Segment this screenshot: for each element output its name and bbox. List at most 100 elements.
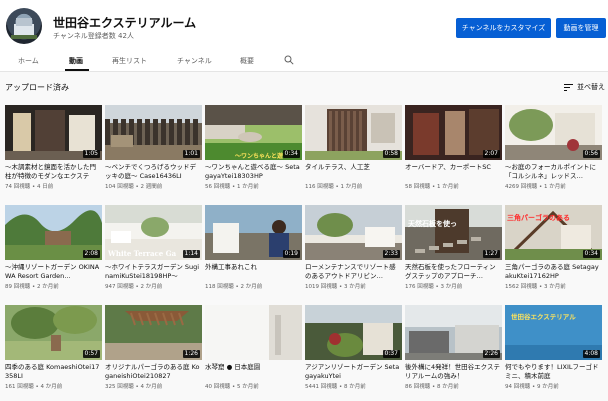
video-title[interactable]: 四季のある庭 KomaeshiOtei17358LI bbox=[5, 363, 102, 381]
tab-playlists[interactable]: 再生リスト bbox=[112, 56, 147, 66]
video-thumbnail[interactable]: 0:37 bbox=[305, 305, 402, 360]
video-thumbnail[interactable]: 0:58 bbox=[305, 105, 402, 160]
video-meta: 118 回視聴 • 2 か月前 bbox=[205, 284, 263, 290]
video-thumbnail[interactable]: 0:19 bbox=[205, 205, 302, 260]
manage-videos-button[interactable]: 動画を管理 bbox=[556, 18, 606, 38]
sort-label: 並べ替え bbox=[577, 83, 605, 91]
video-duration: 0:37 bbox=[382, 350, 400, 358]
customize-channel-button[interactable]: チャンネルをカスタマイズ bbox=[456, 18, 551, 38]
video-title[interactable]: 〜お庭のフォーカルポイントに「コルシルネ」レッドス… bbox=[505, 163, 602, 181]
video-duration: 4:08 bbox=[582, 350, 600, 358]
video-thumbnail[interactable]: 0:56 bbox=[505, 105, 602, 160]
video-title[interactable]: タイルテラス、人工芝 bbox=[305, 163, 402, 172]
video-thumbnail[interactable]: 〜ワンちゃんと遊 0:34 bbox=[205, 105, 302, 160]
video-duration: 0:57 bbox=[82, 350, 100, 358]
video-meta: 947 回視聴 • 2 か月前 bbox=[105, 284, 163, 290]
video-card[interactable]: 世田谷エクステリアル 4:08 何でもやります！LIXILフーゴドミニ、積木前庭 94… bbox=[505, 305, 602, 395]
video-thumbnail[interactable]: 天然石板を使っ 1:27 bbox=[405, 205, 502, 260]
video-card[interactable]: 0:19 外構工事あれこれ 118 回視聴 • 2 か月前 bbox=[205, 205, 302, 295]
video-meta: 104 回視聴 • 2 週間前 bbox=[105, 184, 163, 190]
video-thumbnail[interactable]: White Terrace Ga 1:14 bbox=[105, 205, 202, 260]
sort-button[interactable]: 並べ替え bbox=[564, 82, 605, 92]
channel-tabs: ホーム 動画 再生リスト チャンネル 概要 bbox=[0, 50, 608, 72]
video-thumbnail[interactable]: 2:08 bbox=[5, 205, 102, 260]
video-meta: 1019 回視聴 • 3 か月前 bbox=[305, 284, 366, 290]
section-title: アップロード済み bbox=[5, 83, 69, 92]
video-card[interactable]: 2:08 〜沖縄リゾートガーデン OKINAWA Resort Garden… 89… bbox=[5, 205, 102, 295]
video-title[interactable]: 何でもやります！LIXILフーゴドミニ、積木前庭 bbox=[505, 363, 602, 381]
video-card[interactable]: 〜ワンちゃんと遊 0:34 〜ワンちゃんと遊べる庭〜 SetagayaYtei183… bbox=[205, 105, 302, 195]
video-title[interactable]: 外構工事あれこれ bbox=[205, 263, 302, 272]
video-thumbnail[interactable]: 2:33 bbox=[305, 205, 402, 260]
video-title[interactable]: 後外構に4発祥！世田谷エクステリアルームの強み！ bbox=[405, 363, 502, 381]
video-card[interactable]: 天然石板を使っ 1:27 天然石板を使ったフローティングステップのアプローチ… 176… bbox=[405, 205, 502, 295]
search-icon[interactable] bbox=[284, 55, 294, 65]
video-duration: 0:19 bbox=[282, 250, 300, 258]
video-title[interactable]: 〜木調素材と鏡面を活かした門柱が特徴のモダンなエクステ bbox=[5, 163, 102, 181]
video-title[interactable]: 天然石板を使ったフローティングステップのアプローチ… bbox=[405, 263, 502, 281]
video-meta: 40 回視聴 • 5 か月前 bbox=[205, 384, 259, 390]
video-title[interactable]: 水琴窟 ● 日本庭園 bbox=[205, 363, 302, 372]
video-duration: 2:33 bbox=[382, 250, 400, 258]
tab-home[interactable]: ホーム bbox=[18, 56, 39, 66]
video-title[interactable]: ローメンテナンスでリゾート感のあるアウトドアリビン… bbox=[305, 263, 402, 281]
video-duration: 1:27 bbox=[482, 250, 500, 258]
video-duration: 2:26 bbox=[482, 350, 500, 358]
video-thumbnail[interactable]: 0:57 bbox=[5, 305, 102, 360]
video-duration: 0:34 bbox=[582, 250, 600, 258]
video-card[interactable]: 0:57 四季のある庭 KomaeshiOtei17358LI 161 回視聴 • … bbox=[5, 305, 102, 395]
video-card[interactable]: 0:58 タイルテラス、人工芝 116 回視聴 • 1 か月前 bbox=[305, 105, 402, 195]
video-card[interactable]: 0:37 アジアンリゾートガーデン SetagayakuYtei 5441 回視聴 … bbox=[305, 305, 402, 395]
video-meta: 89 回視聴 • 2 か月前 bbox=[5, 284, 59, 290]
tab-channels[interactable]: チャンネル bbox=[177, 56, 212, 66]
video-thumbnail[interactable]: 1:01 bbox=[105, 105, 202, 160]
active-tab-indicator bbox=[65, 69, 89, 71]
video-title[interactable]: オリジナルパーゴラのある庭 KoganeishiOtei210827 bbox=[105, 363, 202, 381]
video-title[interactable]: アジアンリゾートガーデン SetagayakuYtei bbox=[305, 363, 402, 381]
video-card[interactable]: 2:33 ローメンテナンスでリゾート感のあるアウトドアリビン… 1019 回視聴 •… bbox=[305, 205, 402, 295]
video-title[interactable]: 〜ベンチでくつろげるウッドデッキの庭〜 Case16436LI bbox=[105, 163, 202, 181]
subscriber-count: チャンネル登録者数 42人 bbox=[53, 32, 134, 40]
thumbnail-overlay-text: White Terrace Ga bbox=[108, 249, 177, 258]
video-meta: 74 回視聴 • 4 日前 bbox=[5, 184, 54, 190]
video-title[interactable]: 三角パーゴラのある庭 SetagayakuKtei17162HP bbox=[505, 263, 602, 281]
video-duration: 0:34 bbox=[282, 150, 300, 158]
video-duration: 1:26 bbox=[182, 350, 200, 358]
video-thumbnail[interactable]: 三角パーゴラのある 0:34 bbox=[505, 205, 602, 260]
video-thumbnail[interactable]: 1:26 bbox=[105, 305, 202, 360]
video-card[interactable]: 2:07 オーバードア、カーポートSC 58 回視聴 • 1 か月前 bbox=[405, 105, 502, 195]
video-title[interactable]: 〜沖縄リゾートガーデン OKINAWA Resort Garden… bbox=[5, 263, 102, 281]
video-thumbnail[interactable] bbox=[205, 305, 302, 360]
video-card[interactable]: 三角パーゴラのある 0:34 三角パーゴラのある庭 SetagayakuKtei17… bbox=[505, 205, 602, 295]
video-card[interactable]: 2:26 後外構に4発祥！世田谷エクステリアルームの強み！ 86 回視聴 • 8 か… bbox=[405, 305, 502, 395]
video-duration: 0:58 bbox=[382, 150, 400, 158]
thumbnail-overlay-text: 天然石板を使っ bbox=[408, 220, 457, 228]
tab-videos[interactable]: 動画 bbox=[69, 56, 83, 66]
channel-name: 世田谷エクステリアルーム bbox=[53, 16, 197, 30]
video-meta: 325 回視聴 • 4 か月前 bbox=[105, 384, 163, 390]
video-meta: 58 回視聴 • 1 か月前 bbox=[405, 184, 459, 190]
channel-avatar[interactable] bbox=[6, 8, 42, 44]
video-thumbnail[interactable]: 1:05 bbox=[5, 105, 102, 160]
video-card[interactable]: 0:56 〜お庭のフォーカルポイントに「コルシルネ」レッドス… 4269 回視聴 •… bbox=[505, 105, 602, 195]
tab-about[interactable]: 概要 bbox=[240, 56, 254, 66]
video-meta: 86 回視聴 • 8 か月前 bbox=[405, 384, 459, 390]
video-title[interactable]: オーバードア、カーポートSC bbox=[405, 163, 502, 172]
video-thumbnail[interactable]: 2:26 bbox=[405, 305, 502, 360]
video-title[interactable]: 〜ホワイトテラスガーデン SuginamiKuStei18198HP〜 bbox=[105, 263, 202, 281]
video-card[interactable]: 1:26 オリジナルパーゴラのある庭 KoganeishiOtei210827 32… bbox=[105, 305, 202, 395]
video-card[interactable]: 1:01 〜ベンチでくつろげるウッドデッキの庭〜 Case16436LI 104 回… bbox=[105, 105, 202, 195]
video-duration: 0:56 bbox=[582, 150, 600, 158]
video-thumbnail[interactable]: 2:07 bbox=[405, 105, 502, 160]
video-duration: 1:14 bbox=[182, 250, 200, 258]
video-meta: 56 回視聴 • 1 か月前 bbox=[205, 184, 259, 190]
video-duration: 1:01 bbox=[182, 150, 200, 158]
video-card[interactable]: White Terrace Ga 1:14 〜ホワイトテラスガーデン Suginam… bbox=[105, 205, 202, 295]
video-card[interactable]: 1:05 〜木調素材と鏡面を活かした門柱が特徴のモダンなエクステ 74 回視聴 • … bbox=[5, 105, 102, 195]
video-title[interactable]: 〜ワンちゃんと遊べる庭〜 SetagayaYtei18303HP bbox=[205, 163, 302, 181]
video-card[interactable]: 水琴窟 ● 日本庭園 40 回視聴 • 5 か月前 bbox=[205, 305, 302, 395]
video-meta: 176 回視聴 • 3 か月前 bbox=[405, 284, 463, 290]
video-meta: 5441 回視聴 • 8 か月前 bbox=[305, 384, 366, 390]
video-thumbnail[interactable]: 世田谷エクステリアル 4:08 bbox=[505, 305, 602, 360]
video-meta: 116 回視聴 • 1 か月前 bbox=[305, 184, 363, 190]
